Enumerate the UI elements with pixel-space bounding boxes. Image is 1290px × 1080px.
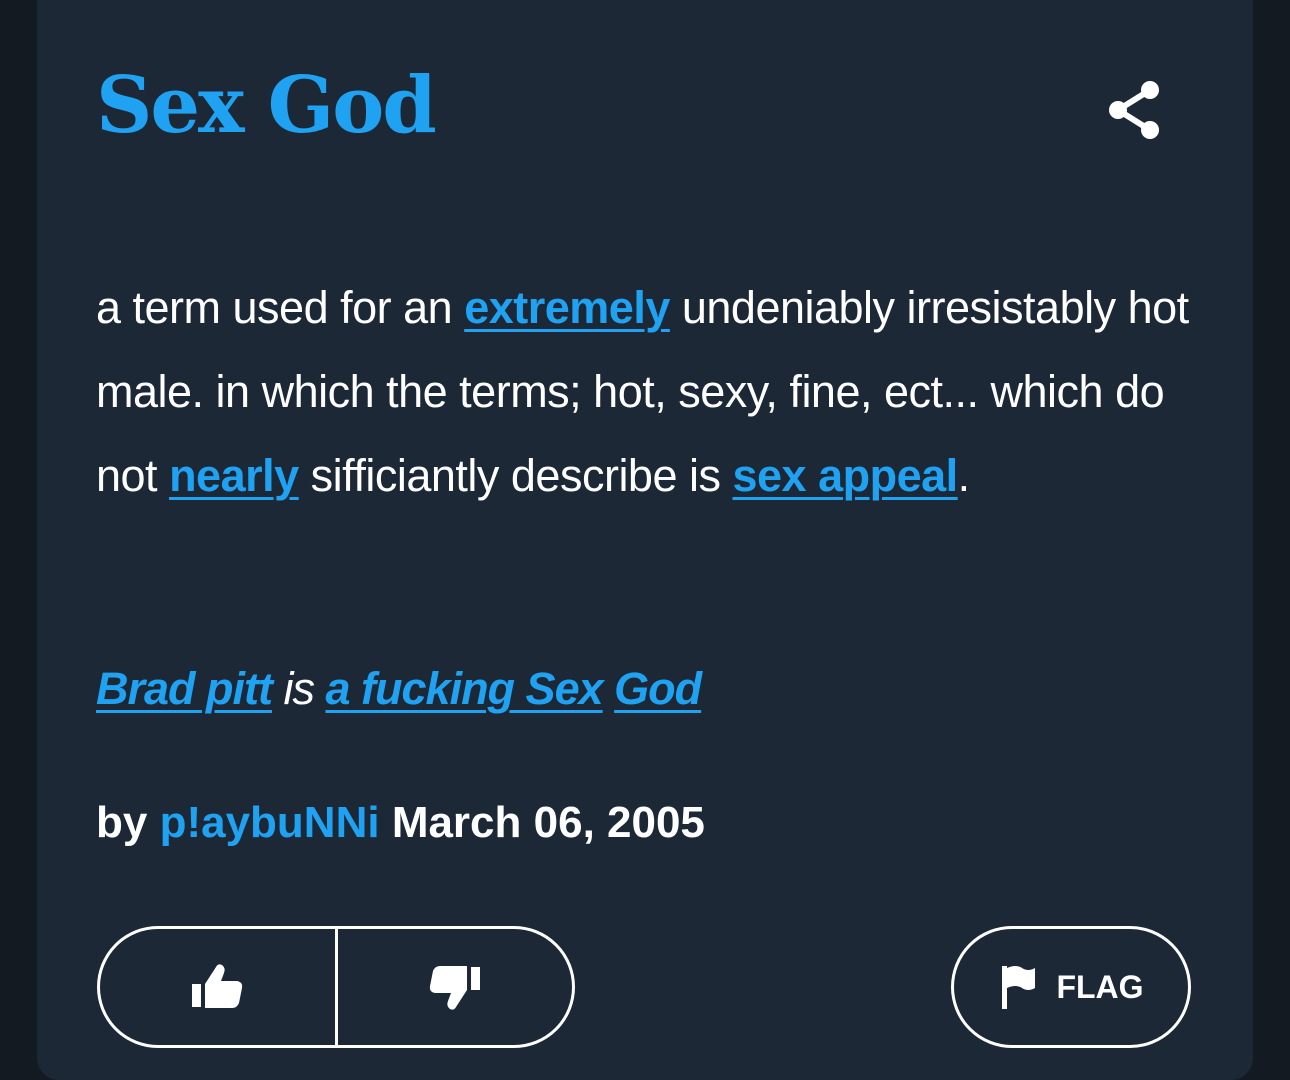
author-link[interactable]: p!aybuNNi bbox=[160, 798, 380, 847]
example-text-segment bbox=[603, 663, 615, 714]
example-link-god[interactable]: God bbox=[614, 663, 702, 714]
byline: by p!aybuNNi March 06, 2005 bbox=[96, 788, 705, 858]
definition-text: a term used for an extremely undeniably … bbox=[96, 266, 1206, 518]
definition-text-segment: . bbox=[957, 450, 971, 501]
downvote-button[interactable] bbox=[338, 929, 573, 1045]
thumbs-down-icon bbox=[429, 966, 480, 1010]
flag-icon bbox=[1002, 966, 1036, 1009]
definition-card bbox=[37, 0, 1253, 1080]
share-icon bbox=[1109, 81, 1159, 139]
definition-link-extremely[interactable]: extremely bbox=[464, 282, 670, 333]
definition-text-segment: a term used for an bbox=[96, 282, 465, 333]
definition-link-nearly[interactable]: nearly bbox=[169, 450, 299, 501]
definition-link-sex-appeal[interactable]: sex appeal bbox=[733, 450, 959, 501]
byline-prefix: by bbox=[96, 798, 160, 847]
vote-controls bbox=[97, 926, 575, 1048]
definition-text-segment: sifficiantly describe is bbox=[298, 450, 733, 501]
example-text-segment: is bbox=[272, 663, 326, 714]
upvote-button[interactable] bbox=[100, 929, 335, 1045]
post-date: March 06, 2005 bbox=[391, 798, 705, 847]
example-link-brad-pitt[interactable]: Brad pitt bbox=[96, 663, 273, 714]
flag-label: FLAG bbox=[1056, 968, 1144, 1005]
word-title[interactable]: Sex God bbox=[96, 56, 437, 156]
flag-button[interactable]: FLAG bbox=[951, 926, 1191, 1048]
example-link-a-fucking-sex[interactable]: a fucking Sex bbox=[326, 663, 604, 714]
share-button[interactable] bbox=[1098, 74, 1170, 146]
thumbs-up-icon bbox=[192, 964, 243, 1008]
example-text: Brad pitt is a fucking Sex God bbox=[96, 654, 702, 724]
